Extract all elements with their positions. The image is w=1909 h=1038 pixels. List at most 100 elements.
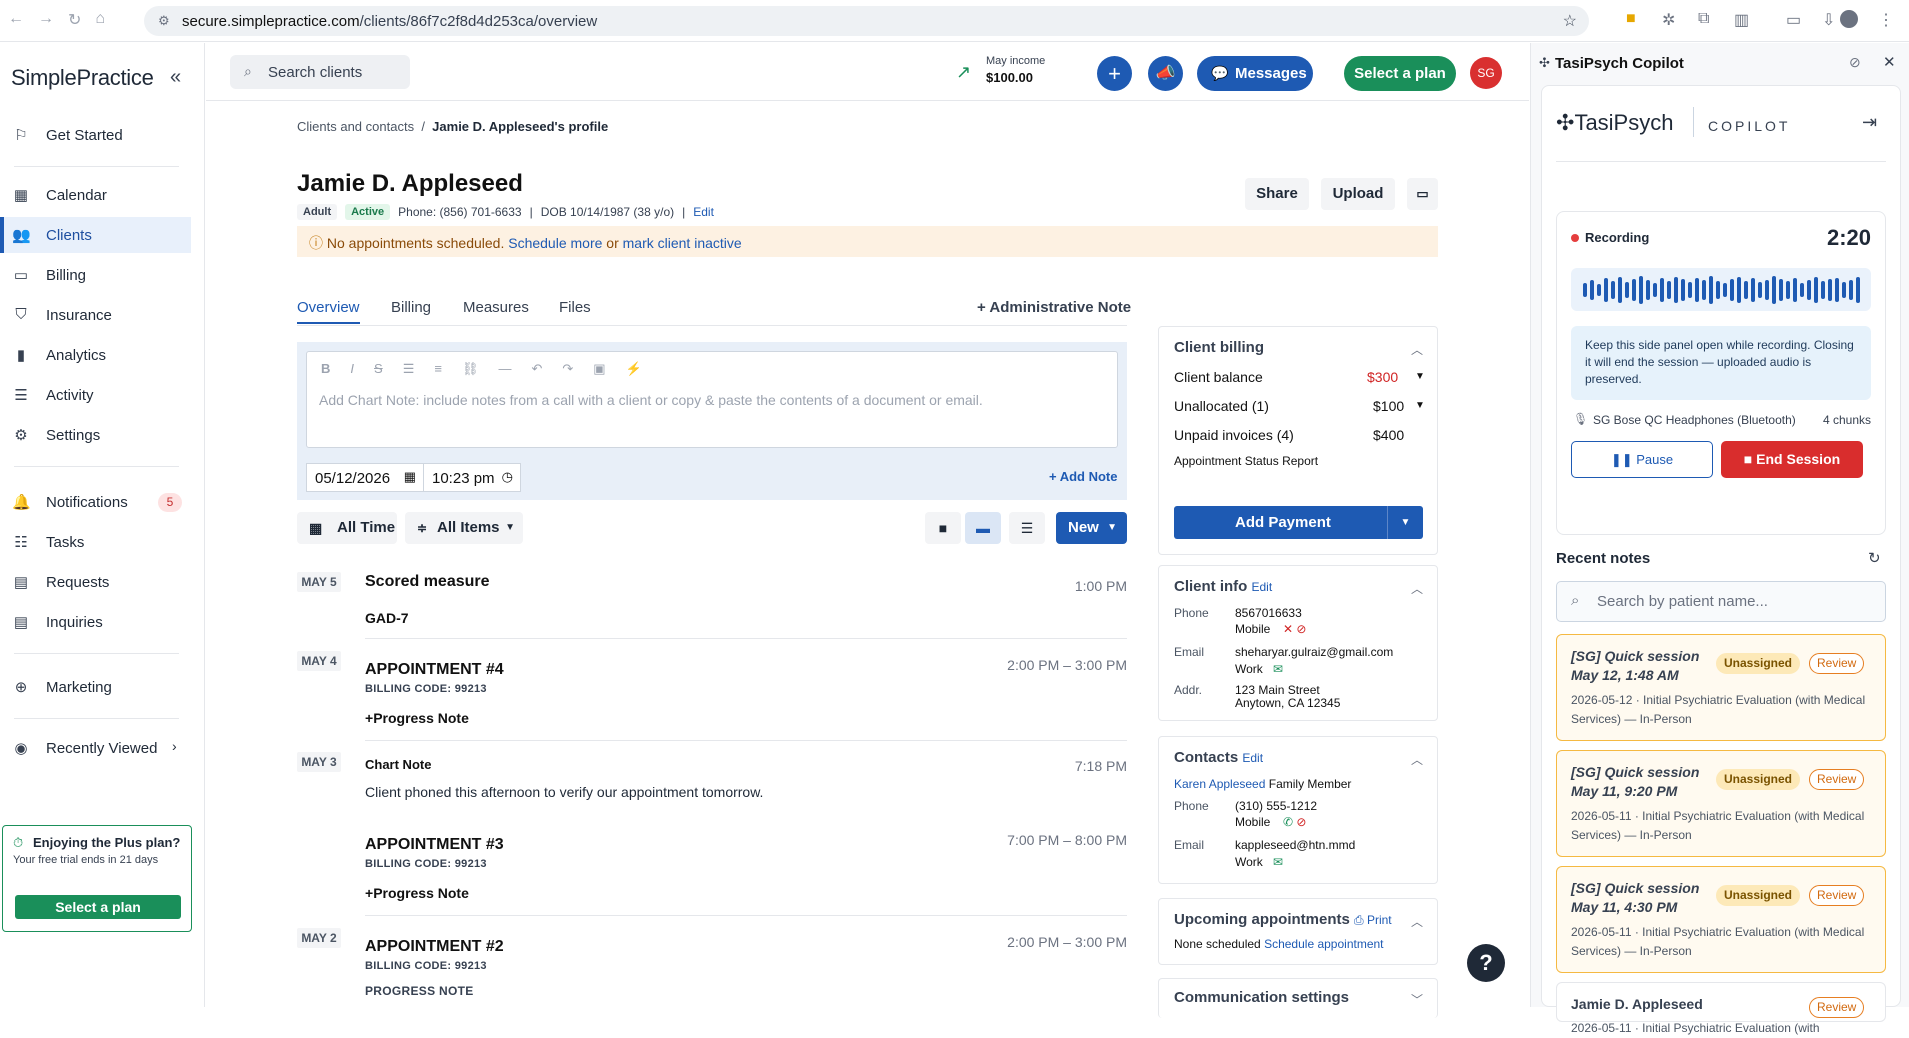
unallocated-link[interactable]: Unallocated (1)	[1174, 398, 1269, 414]
communication-settings-card[interactable]: Communication settings ﹀	[1158, 978, 1438, 1018]
image-icon[interactable]: ▣	[593, 361, 605, 377]
logout-icon[interactable]: ⇥	[1862, 112, 1877, 133]
note-date-input[interactable]: 05/12/2026 ▦	[306, 463, 424, 492]
back-icon[interactable]: ←	[8, 10, 24, 30]
schedule-appointment-link[interactable]: Schedule appointment	[1264, 937, 1383, 951]
sidebar-item-tasks[interactable]: ☷ Tasks	[0, 524, 191, 560]
numbered-list-icon[interactable]: ≡	[434, 361, 442, 377]
sidebar-item-analytics[interactable]: ▮ Analytics	[0, 337, 191, 373]
home-icon[interactable]: ⌂	[95, 10, 105, 30]
time-filter[interactable]: ▦ All Time	[297, 512, 397, 544]
download-icon[interactable]: ⇩	[1822, 10, 1835, 30]
chevron-up-icon[interactable]: ︿	[1411, 751, 1423, 768]
compact-view-button[interactable]: ▬	[965, 512, 1001, 544]
sidebar-item-marketing[interactable]: ⊕ Marketing	[0, 669, 191, 705]
sidebar-item-inquiries[interactable]: ▤ Inquiries	[0, 604, 191, 640]
patient-search-input[interactable]: ⌕ Search by patient name...	[1556, 581, 1886, 622]
address-bar[interactable]: ⚙ secure.simplepractice.com/clients/86f7…	[144, 6, 1589, 36]
divider-icon[interactable]: —	[498, 361, 511, 377]
refresh-icon[interactable]: ↻	[1868, 549, 1881, 567]
recent-note-item[interactable]: [SG] Quick session May 11, 4:30 PM Unassi…	[1556, 866, 1886, 973]
contact-name-link[interactable]: Karen Appleseed	[1174, 777, 1265, 791]
redo-icon[interactable]: ↷	[562, 361, 573, 377]
items-filter[interactable]: ≑ All Items ▼	[405, 512, 523, 544]
mark-inactive-link[interactable]: mark client inactive	[623, 235, 742, 251]
chevron-up-icon[interactable]: ︿	[1411, 913, 1423, 930]
caret-down-icon[interactable]: ▼	[1387, 506, 1423, 539]
messages-button[interactable]: 💬 Messages	[1197, 56, 1313, 91]
chart-note-editor[interactable]: B I S ☰ ≡ ⛓ — ↶ ↷ ▣ ⚡ Add Chart Note: include note…	[306, 351, 1118, 448]
breadcrumb-parent[interactable]: Clients and contacts	[297, 119, 414, 134]
tab-overview[interactable]: Overview	[297, 299, 360, 324]
share-button[interactable]: Share	[1245, 178, 1309, 210]
contact-email-link[interactable]: kappleseed@htn.mmd	[1235, 838, 1355, 852]
unpaid-invoices-link[interactable]: Unpaid invoices (4)	[1174, 427, 1294, 443]
caret-down-icon[interactable]: ▼	[1415, 371, 1425, 382]
gad7-link[interactable]: GAD-7	[365, 610, 409, 626]
list-view-button[interactable]: ☰	[1009, 512, 1045, 544]
puzzle-icon[interactable]: ⧉	[1698, 10, 1709, 28]
recent-note-item[interactable]: [SG] Quick session May 11, 9:20 PM Unassi…	[1556, 750, 1886, 857]
balance-value[interactable]: $300	[1367, 369, 1398, 385]
schedule-more-link[interactable]: Schedule more	[508, 235, 602, 251]
add-progress-note-link[interactable]: +Progress Note	[365, 710, 469, 726]
status-report-link[interactable]: Appointment Status Report	[1174, 454, 1318, 468]
help-button[interactable]: ?	[1467, 944, 1505, 982]
review-button[interactable]: Review	[1809, 769, 1865, 790]
sidebar-item-clients[interactable]: 👥 Clients	[0, 217, 191, 253]
sidebar-item-settings[interactable]: ⚙ Settings	[0, 417, 191, 453]
review-button[interactable]: Review	[1809, 885, 1865, 906]
site-info-icon[interactable]: ⚙	[158, 13, 170, 29]
comment-icon[interactable]: ▭	[1407, 178, 1438, 210]
close-icon[interactable]: ✕	[1883, 53, 1896, 71]
upload-button[interactable]: Upload	[1321, 178, 1395, 210]
collapse-sidebar-icon[interactable]: «	[170, 66, 181, 89]
note-time-input[interactable]: 10:23 pm ◷	[423, 463, 521, 492]
link-icon[interactable]: ⛓	[462, 361, 479, 377]
lightning-icon[interactable]: ⚡	[626, 361, 642, 377]
select-plan-button[interactable]: Select a plan	[1344, 56, 1456, 91]
sidebar-item-recently-viewed[interactable]: ◉ Recently Viewed ›	[0, 730, 191, 766]
edit-client-link[interactable]: Edit	[693, 205, 714, 219]
tab-billing[interactable]: Billing	[391, 299, 431, 316]
sidebar-item-activity[interactable]: ☰ Activity	[0, 377, 191, 413]
search-clients-input[interactable]: ⌕ Search clients	[230, 55, 410, 89]
tab-measures[interactable]: Measures	[463, 299, 529, 316]
end-session-button[interactable]: ■ End Session	[1721, 441, 1863, 478]
edit-link[interactable]: Edit	[1242, 751, 1263, 765]
add-progress-note-link[interactable]: +Progress Note	[365, 885, 469, 901]
sidebar-item-requests[interactable]: ▤ Requests	[0, 564, 191, 600]
forward-icon[interactable]: →	[38, 10, 54, 30]
edit-link[interactable]: Edit	[1252, 580, 1273, 594]
add-button[interactable]: +	[1097, 56, 1132, 91]
tab-files[interactable]: Files	[559, 299, 591, 316]
avatar[interactable]: SG	[1470, 57, 1502, 89]
italic-icon[interactable]: I	[350, 361, 354, 377]
recent-note-item[interactable]: [SG] Quick session May 12, 1:48 AM Unassi…	[1556, 634, 1886, 741]
caret-down-icon[interactable]: ▼	[1415, 400, 1425, 411]
chevron-up-icon[interactable]: ︿	[1411, 580, 1423, 597]
bold-icon[interactable]: B	[321, 361, 330, 377]
announcements-button[interactable]: 📣	[1148, 56, 1183, 91]
sidebar-item-billing[interactable]: ▭ Billing	[0, 257, 191, 293]
undo-icon[interactable]: ↶	[531, 361, 542, 377]
review-button[interactable]: Review	[1809, 997, 1865, 1018]
contact-phone-link[interactable]: (310) 555-1212	[1235, 799, 1317, 813]
sidebar-item-notifications[interactable]: 🔔 Notifications 5	[0, 484, 191, 520]
profile-avatar[interactable]	[1840, 10, 1858, 28]
monthly-income[interactable]: May income $100.00	[986, 55, 1045, 85]
strike-icon[interactable]: S	[374, 361, 383, 377]
reload-icon[interactable]: ↻	[68, 10, 81, 30]
progress-note-label[interactable]: PROGRESS NOTE	[365, 984, 474, 998]
add-payment-button[interactable]: Add Payment ▼	[1174, 506, 1423, 539]
bullet-list-icon[interactable]: ☰	[403, 361, 415, 377]
review-button[interactable]: Review	[1809, 653, 1865, 674]
recent-note-item[interactable]: Jamie D. Appleseed Review 2026-05-11 · Ini…	[1556, 982, 1886, 1035]
pin-icon[interactable]: ⊘	[1849, 54, 1861, 71]
sidebar-item-get-started[interactable]: ⚐ Get Started	[0, 117, 191, 153]
extension-icon[interactable]: ✲	[1662, 10, 1675, 30]
pause-button[interactable]: ❚❚ Pause	[1571, 441, 1713, 478]
print-link[interactable]: ⎙ Print	[1354, 913, 1392, 927]
card-view-button[interactable]: ■	[925, 512, 961, 544]
chevron-up-icon[interactable]: ︿	[1411, 341, 1423, 358]
